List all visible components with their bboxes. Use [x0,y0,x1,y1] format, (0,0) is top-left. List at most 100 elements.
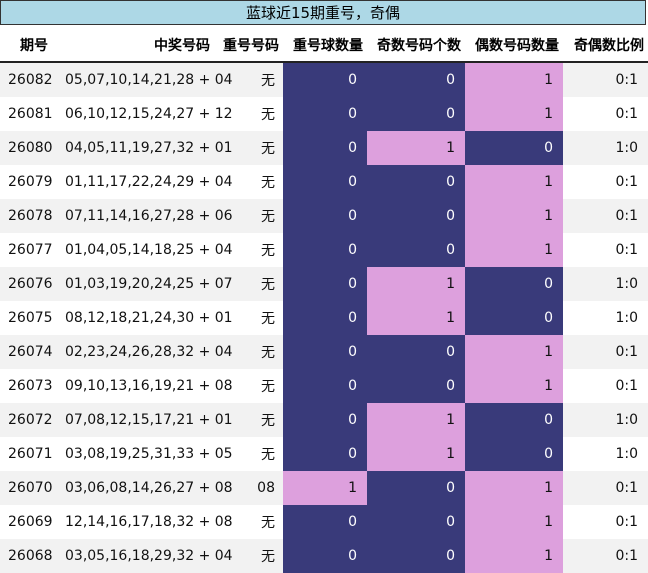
cell-draw: 05,07,10,14,21,28 + 04 [57,62,233,97]
cell-draw: 01,11,17,22,24,29 + 04 [57,165,233,199]
cell-draw: 08,12,18,21,24,30 + 01 [57,301,233,335]
cell-repeat-count: 0 [283,62,367,97]
cell-issue: 26069 [0,505,57,539]
cell-draw: 01,03,19,20,24,25 + 07 [57,267,233,301]
cell-even-count: 1 [465,335,563,369]
cell-repeat-count: 1 [283,471,367,505]
cell-repeat-count: 0 [283,301,367,335]
cell-repeat-count: 0 [283,335,367,369]
header-row: 期号 中奖号码 重号号码 重号球数量 奇数号码个数 偶数号码数量 奇偶数比例 [0,28,648,63]
cell-issue: 26070 [0,471,57,505]
cell-ratio: 0:1 [563,62,648,97]
cell-issue: 26075 [0,301,57,335]
col-header-issue: 期号 [0,28,57,63]
cell-even-count: 0 [465,131,563,165]
cell-draw: 07,08,12,15,17,21 + 01 [57,403,233,437]
table-row: 26079 01,11,17,22,24,29 + 04 无 0 0 1 0:1 [0,165,648,199]
cell-ratio: 0:1 [563,233,648,267]
cell-issue: 26073 [0,369,57,403]
cell-even-count: 1 [465,165,563,199]
cell-draw: 04,05,11,19,27,32 + 01 [57,131,233,165]
cell-odd-count: 0 [367,62,465,97]
cell-odd-count: 0 [367,505,465,539]
table-body: 26082 05,07,10,14,21,28 + 04 无 0 0 1 0:1 26081 0… [0,62,648,573]
table-row: 26078 07,11,14,16,27,28 + 06 无 0 0 1 0:1 [0,199,648,233]
col-header-ratio: 奇偶数比例 [563,28,648,63]
cell-issue: 26076 [0,267,57,301]
cell-ratio: 0:1 [563,505,648,539]
table-row: 26071 03,08,19,25,31,33 + 05 无 0 1 0 1:0 [0,437,648,471]
col-header-draw: 中奖号码 [57,28,214,63]
table-row: 26068 03,05,16,18,29,32 + 04 无 0 0 1 0:1 [0,539,648,573]
cell-odd-count: 1 [367,131,465,165]
cell-ratio: 0:1 [563,539,648,573]
table-row: 26072 07,08,12,15,17,21 + 01 无 0 1 0 1:0 [0,403,648,437]
cell-repeat-count: 0 [283,539,367,573]
cell-repeat-count: 0 [283,505,367,539]
cell-ratio: 1:0 [563,301,648,335]
cell-even-count: 1 [465,199,563,233]
cell-issue: 26068 [0,539,57,573]
table-row: 26080 04,05,11,19,27,32 + 01 无 0 1 0 1:0 [0,131,648,165]
cell-ratio: 1:0 [563,437,648,471]
col-header-repeat-count: 重号球数量 [283,28,367,63]
cell-ratio: 0:1 [563,199,648,233]
cell-odd-count: 1 [367,301,465,335]
table-row: 26082 05,07,10,14,21,28 + 04 无 0 0 1 0:1 [0,62,648,97]
cell-issue: 26078 [0,199,57,233]
cell-issue: 26081 [0,97,57,131]
table-row: 26069 12,14,16,17,18,32 + 08 无 0 0 1 0:1 [0,505,648,539]
cell-ratio: 0:1 [563,471,648,505]
cell-odd-count: 0 [367,165,465,199]
table-row: 26077 01,04,05,14,18,25 + 04 无 0 0 1 0:1 [0,233,648,267]
cell-issue: 26072 [0,403,57,437]
col-header-repeat: 重号号码 [214,28,283,63]
table-row: 26076 01,03,19,20,24,25 + 07 无 0 1 0 1:0 [0,267,648,301]
cell-issue: 26074 [0,335,57,369]
cell-draw: 03,06,08,14,26,27 + 08 [57,471,233,505]
table-row: 26081 06,10,12,15,24,27 + 12 无 0 0 1 0:1 [0,97,648,131]
cell-repeat-count: 0 [283,199,367,233]
table-title: 蓝球近15期重号，奇偶 [0,0,646,25]
cell-odd-count: 0 [367,335,465,369]
cell-odd-count: 0 [367,97,465,131]
cell-even-count: 1 [465,62,563,97]
cell-ratio: 0:1 [563,369,648,403]
cell-issue: 26080 [0,131,57,165]
cell-even-count: 1 [465,233,563,267]
cell-even-count: 1 [465,539,563,573]
cell-repeat-count: 0 [283,437,367,471]
cell-draw: 12,14,16,17,18,32 + 08 [57,505,233,539]
cell-repeat-count: 0 [283,131,367,165]
cell-repeat-count: 0 [283,267,367,301]
results-table: 期号 中奖号码 重号号码 重号球数量 奇数号码个数 偶数号码数量 奇偶数比例 2… [0,28,648,573]
cell-odd-count: 0 [367,369,465,403]
cell-draw: 02,23,24,26,28,32 + 04 [57,335,233,369]
cell-even-count: 1 [465,369,563,403]
cell-repeat-count: 0 [283,97,367,131]
cell-odd-count: 0 [367,199,465,233]
cell-ratio: 0:1 [563,165,648,199]
cell-ratio: 1:0 [563,131,648,165]
cell-ratio: 0:1 [563,335,648,369]
cell-even-count: 1 [465,505,563,539]
cell-odd-count: 1 [367,267,465,301]
cell-repeat-count: 0 [283,233,367,267]
cell-draw: 06,10,12,15,24,27 + 12 [57,97,233,131]
cell-even-count: 0 [465,437,563,471]
lottery-table-view: 蓝球近15期重号，奇偶 期号 中奖号码 重号号码 重号球数量 奇数号码个数 偶数… [0,0,648,573]
cell-even-count: 0 [465,403,563,437]
cell-even-count: 1 [465,97,563,131]
table-row: 26070 03,06,08,14,26,27 + 08 08 1 0 1 0:1 [0,471,648,505]
cell-even-count: 1 [465,471,563,505]
cell-ratio: 1:0 [563,403,648,437]
cell-draw: 03,05,16,18,29,32 + 04 [57,539,233,573]
col-header-odd-count: 奇数号码个数 [367,28,465,63]
cell-odd-count: 1 [367,437,465,471]
cell-issue: 26082 [0,62,57,97]
cell-repeat-count: 0 [283,165,367,199]
cell-even-count: 0 [465,301,563,335]
cell-draw: 09,10,13,16,19,21 + 08 [57,369,233,403]
cell-issue: 26077 [0,233,57,267]
cell-draw: 03,08,19,25,31,33 + 05 [57,437,233,471]
